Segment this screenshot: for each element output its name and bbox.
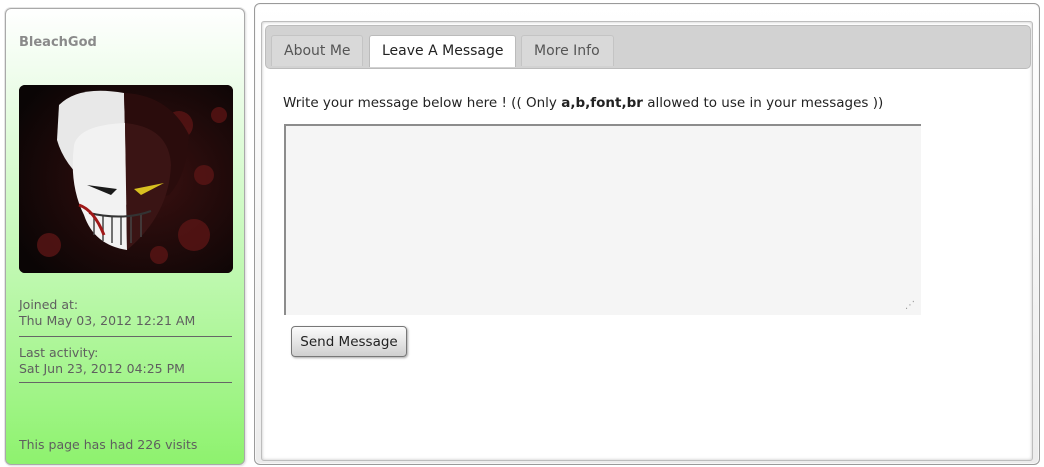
joined-value: Thu May 03, 2012 12:21 AM xyxy=(19,313,196,328)
allowed-tags: a,b,font,br xyxy=(561,95,643,111)
instruction-suffix: allowed to use in your messages )) xyxy=(642,95,884,111)
activity-info: Last activity: Sat Jun 23, 2012 04:25 PM xyxy=(19,345,232,383)
tab-about-me[interactable]: About Me xyxy=(271,35,363,66)
avatar xyxy=(19,85,233,273)
content-frame: About Me Leave A Message More Info Write… xyxy=(254,3,1040,465)
activity-value: Sat Jun 23, 2012 04:25 PM xyxy=(19,361,185,376)
send-message-button[interactable]: Send Message xyxy=(291,326,407,357)
message-textarea[interactable] xyxy=(284,124,921,315)
resize-grip-icon[interactable]: ⋰ xyxy=(905,301,915,311)
instruction-prefix: Write your message below here ! (( Only xyxy=(283,95,562,111)
joined-info: Joined at: Thu May 03, 2012 12:21 AM xyxy=(19,297,232,337)
tab-leave-a-message[interactable]: Leave A Message xyxy=(369,35,516,67)
profile-panel: BleachGod Joined at: Thu May 03, 2012 12… xyxy=(5,8,245,465)
joined-label: Joined at: xyxy=(19,297,79,312)
avatar-image xyxy=(19,85,233,273)
tab-bar: About Me Leave A Message More Info xyxy=(265,25,1031,69)
activity-label: Last activity: xyxy=(19,345,99,360)
tab-more-info[interactable]: More Info xyxy=(521,35,614,66)
profile-username: BleachGod xyxy=(19,35,97,50)
visit-counter: This page has had 226 visits xyxy=(19,437,198,452)
message-instructions: Write your message below here ! (( Only … xyxy=(283,95,883,111)
